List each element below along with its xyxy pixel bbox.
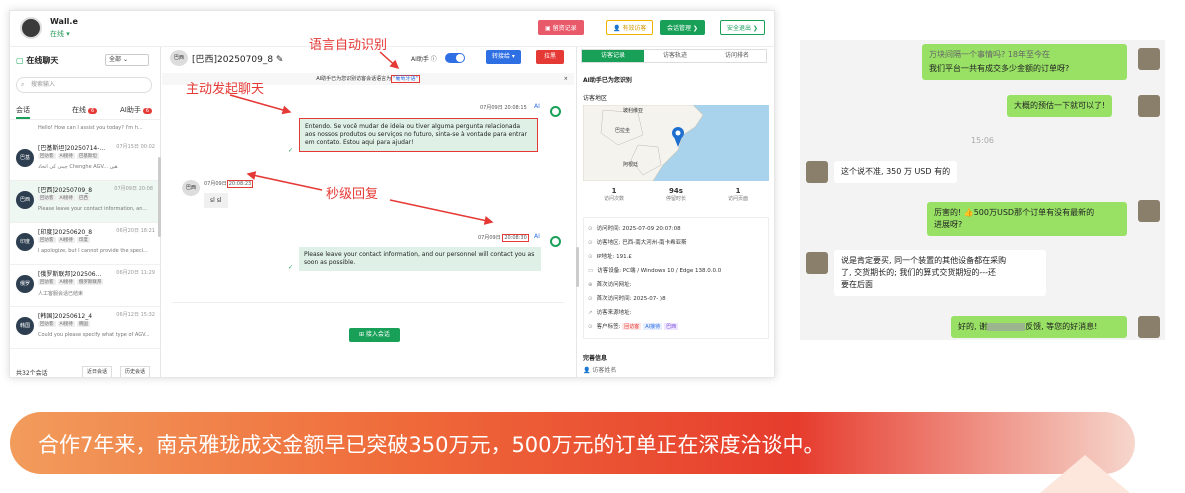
avatar <box>1138 316 1160 338</box>
chat-bubble-sent: 好的, 谢 反馈, 等您的好消息! <box>951 316 1127 338</box>
bubble-line: 进展呀? <box>934 220 963 229</box>
bubble-line: 说是肯定要买, 同一个装置的其他设备都在采购 <box>841 256 1007 265</box>
redaction-mark <box>987 322 1026 331</box>
annotation-arrows <box>229 51 494 225</box>
avatar <box>806 161 828 183</box>
bubble-text: 好的, 谢 <box>958 322 988 331</box>
banner-text: 合作7年来，南京雅珑成交金额早已突破350万元，500万元的订单正在深度洽谈中。 <box>38 433 825 457</box>
wechat-chat-screenshot: 万块间隔一个事情吗? 18年至今在 我们平台一共有成交多少金额的订单呀? 大概的… <box>800 40 1165 340</box>
chat-bubble-received: 这个说不准, 350 万 USD 有的 <box>834 161 958 183</box>
decorative-triangle <box>1040 455 1130 493</box>
chat-bubble-sent: 我们平台一共有成交多少金额的订单呀? <box>922 58 1127 80</box>
chat-bubble-sent: 大概的预估一下就可以了! <box>1007 95 1113 117</box>
bubble-line: 厉害的! 👍500万USD那个订单有没有最新的 <box>934 208 1095 217</box>
chat-bubble-sent: 厉害的! 👍500万USD那个订单有没有最新的 进展呀? <box>927 202 1127 236</box>
avatar <box>1138 95 1160 117</box>
bubble-line: 了, 交货期长的; 我们的算式交货期短的---还 <box>841 268 996 277</box>
bubble-text: 反馈, 等您的好消息! <box>1025 322 1098 331</box>
testimonial-banner: 合作7年来，南京雅珑成交金额早已突破350万元，500万元的订单正在深度洽谈中。 <box>10 412 1135 474</box>
chat-timestamp: 15:06 <box>970 136 995 145</box>
chat-bubble-received: 说是肯定要买, 同一个装置的其他设备都在采购 了, 交货期长的; 我们的算式交货期… <box>834 250 1046 296</box>
bubble-line: 要在后面 <box>841 280 873 289</box>
avatar <box>806 252 828 274</box>
avatar <box>1138 48 1160 70</box>
avatar <box>1138 200 1160 222</box>
